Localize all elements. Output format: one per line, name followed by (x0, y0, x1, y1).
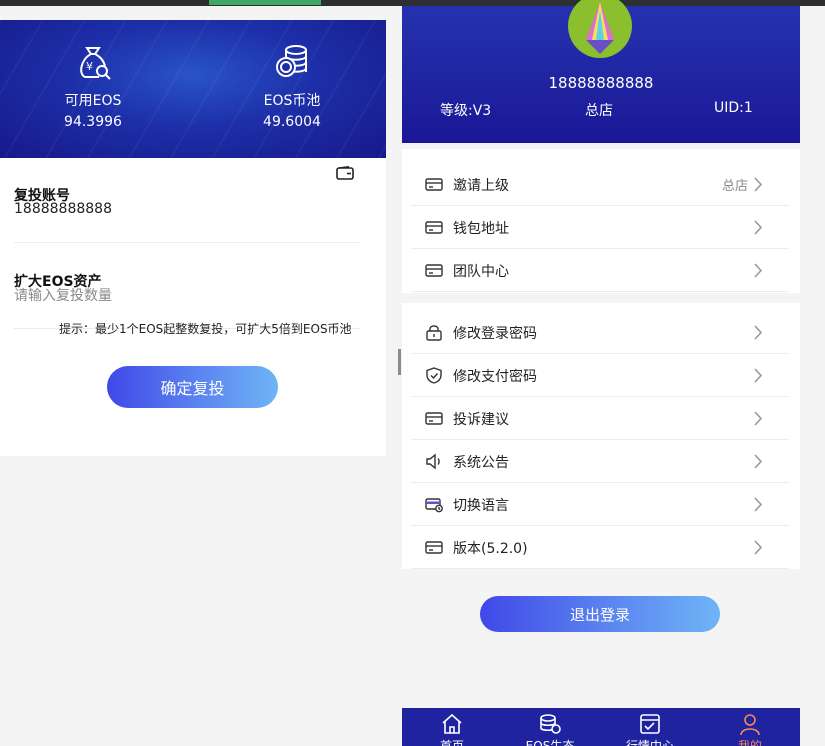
user-level: 等级:V3 (440, 103, 492, 119)
menu-label: 邀请上级 (453, 178, 509, 194)
menu-item-change-login-password[interactable]: 修改登录密码 (411, 311, 789, 354)
menu-label: 投诉建议 (453, 412, 509, 428)
tab-label: 首页 (439, 739, 464, 746)
menu-value: 总店 (721, 179, 748, 194)
card-icon (425, 221, 443, 234)
reinvest-account-value: 18888888888 (14, 201, 112, 217)
asset-header: ¥ 可用EOS 94.3996 EOS币池 49.6004 (0, 20, 386, 158)
split-handle[interactable] (398, 349, 401, 375)
avatar[interactable] (568, 0, 632, 58)
user-uid: UID:1 (714, 100, 753, 116)
coins-icon (540, 714, 561, 734)
user-shop: 总店 (585, 103, 613, 119)
tab-mine[interactable]: 我的 (700, 708, 800, 746)
tab-market-center[interactable]: 行情中心 (600, 708, 700, 746)
chevron-right-icon (754, 325, 763, 340)
menu-item-team-center[interactable]: 团队中心 (411, 249, 789, 292)
eos-pool-stat: EOS币池 49.6004 (212, 42, 372, 130)
chevron-right-icon (754, 497, 763, 512)
home-icon (442, 713, 462, 734)
menu-item-invite-superior[interactable]: 邀请上级 总店 (411, 163, 789, 206)
menu-label: 版本(5.2.0) (453, 541, 528, 557)
available-eos-label: 可用EOS (64, 93, 122, 109)
card-icon (425, 541, 443, 554)
chevron-right-icon (754, 263, 763, 278)
available-eos-stat: ¥ 可用EOS 94.3996 (13, 42, 173, 130)
speaker-icon (426, 453, 440, 470)
menu-label: 钱包地址 (453, 221, 509, 237)
chevron-right-icon (754, 454, 763, 469)
tab-label: EOS生态 (525, 739, 575, 746)
menu-group-account: 邀请上级 总店 钱包地址 团队中心 (402, 149, 800, 293)
lock-icon (426, 325, 442, 341)
card-icon (425, 178, 443, 191)
profile-panel: 18888888888 等级:V3 总店 UID:1 邀请上级 总店 钱包地址 … (402, 0, 800, 746)
reinvest-amount-input[interactable] (14, 283, 360, 309)
bottom-tab-bar: 首页 EOS生态 行情中心 我的 (402, 708, 800, 746)
menu-label: 团队中心 (453, 264, 509, 280)
user-phone: 18888888888 (548, 74, 654, 92)
tab-home[interactable]: 首页 (402, 708, 502, 746)
confirm-reinvest-button[interactable]: 确定复投 (107, 366, 278, 408)
menu-group-settings: 修改登录密码 修改支付密码 投诉建议 系统公告 切换语言 版本(5.2.0) (402, 303, 800, 569)
money-bag-icon: ¥ (80, 47, 111, 80)
tab-eos-ecology[interactable]: EOS生态 (500, 708, 600, 746)
chevron-right-icon (754, 177, 763, 192)
logout-button[interactable]: 退出登录 (480, 596, 720, 632)
card-icon (425, 412, 443, 425)
tab-label: 我的 (737, 739, 762, 746)
available-eos-value: 94.3996 (64, 114, 122, 130)
market-icon (640, 714, 660, 734)
menu-label: 系统公告 (453, 455, 509, 471)
menu-item-version[interactable]: 版本(5.2.0) (411, 526, 789, 569)
chevron-right-icon (754, 540, 763, 555)
chevron-right-icon (754, 368, 763, 383)
menu-item-wallet-address[interactable]: 钱包地址 (411, 206, 789, 249)
menu-label: 修改支付密码 (453, 369, 537, 385)
language-card-icon (425, 498, 443, 513)
profile-header: 18888888888 等级:V3 总店 UID:1 (402, 0, 800, 143)
account-underline (14, 242, 360, 243)
shield-icon (426, 367, 442, 384)
user-icon (740, 714, 760, 736)
menu-label: 修改登录密码 (453, 326, 537, 342)
card-icon (425, 264, 443, 277)
chevron-right-icon (754, 411, 763, 426)
menu-item-announcements[interactable]: 系统公告 (411, 440, 789, 483)
reinvest-hint: 提示：最少1个EOS起整数复投，可扩大5倍到EOS币池 (59, 322, 352, 336)
wallet-icon[interactable] (336, 166, 354, 180)
chevron-right-icon (754, 220, 763, 235)
menu-item-change-pay-password[interactable]: 修改支付密码 (411, 354, 789, 397)
menu-label: 切换语言 (453, 498, 509, 514)
menu-item-switch-language[interactable]: 切换语言 (411, 483, 789, 526)
coin-stack-icon (276, 45, 307, 77)
active-tab-indicator (209, 0, 321, 5)
tab-label: 行情中心 (625, 739, 674, 746)
svg-text:¥: ¥ (86, 60, 93, 73)
eos-pool-label: EOS币池 (263, 93, 321, 109)
eos-pool-value: 49.6004 (263, 114, 321, 130)
menu-item-complaints[interactable]: 投诉建议 (411, 397, 789, 440)
